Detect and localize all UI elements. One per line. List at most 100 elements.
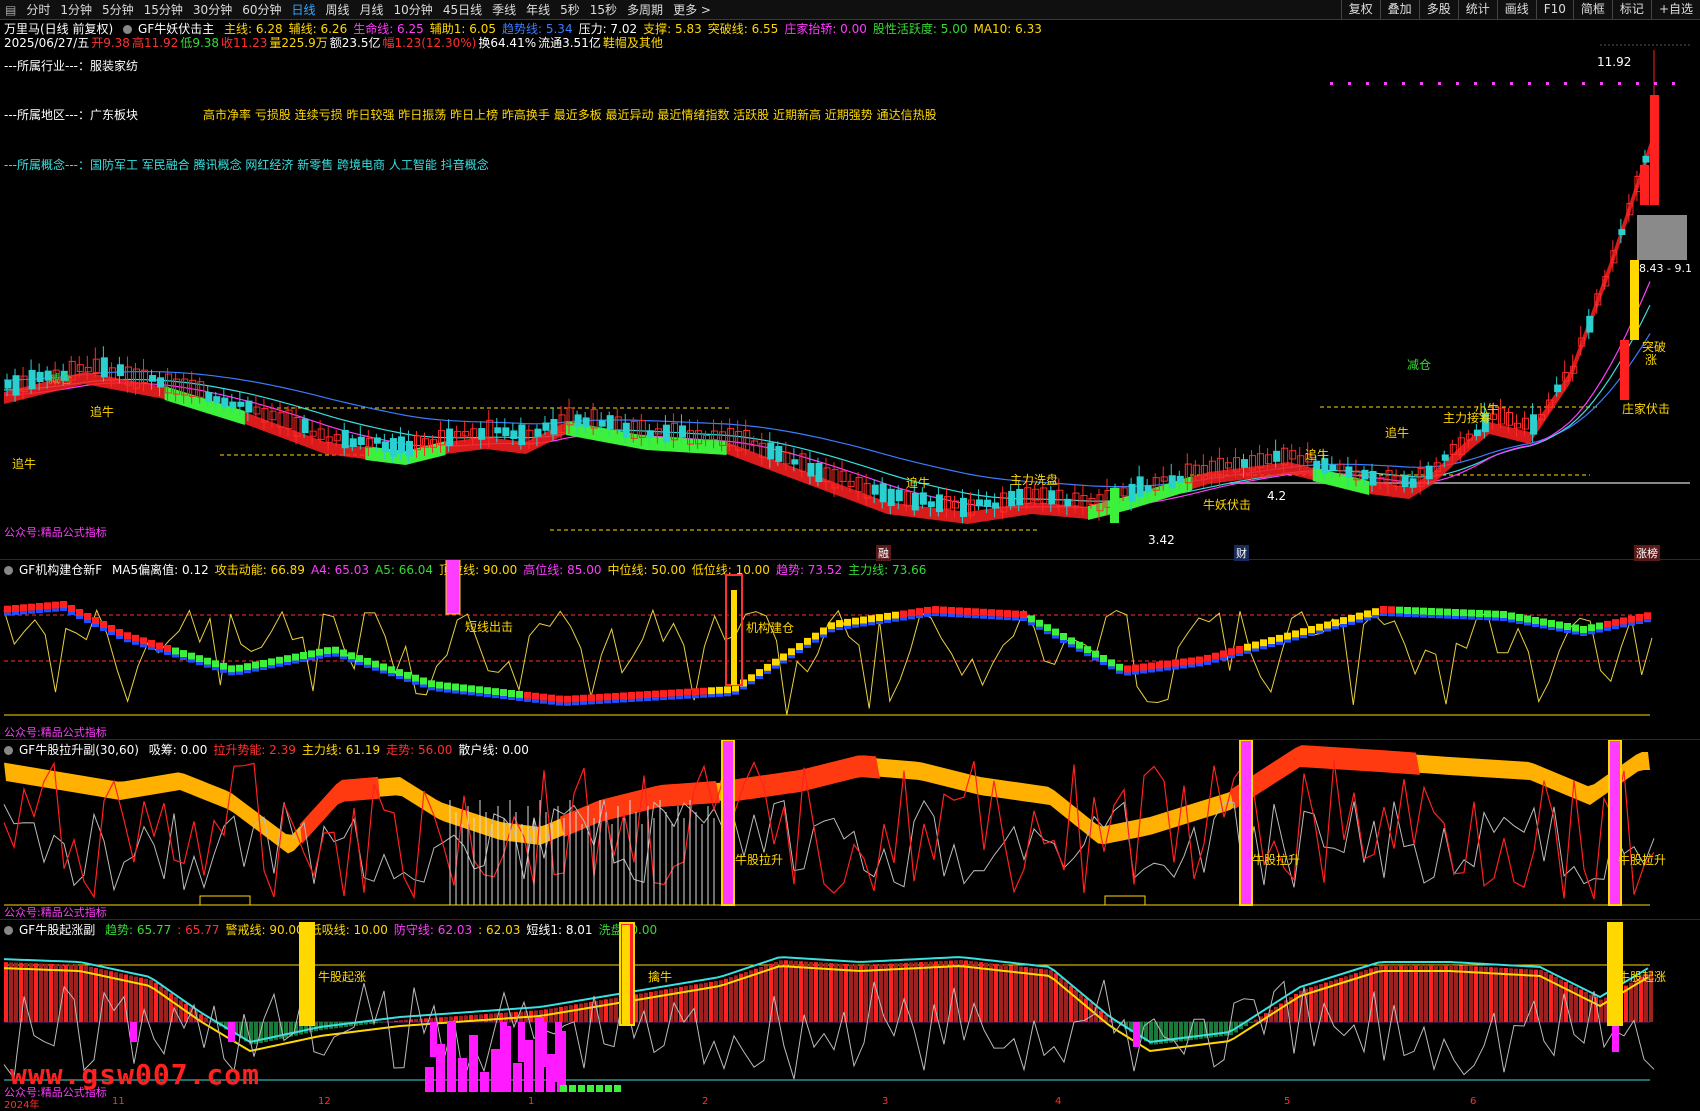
candle-body	[116, 364, 124, 377]
top-dot	[1438, 82, 1441, 85]
square-mark	[684, 688, 691, 696]
square-mark	[92, 617, 99, 624]
square-mark	[892, 611, 899, 619]
square-mark	[436, 681, 443, 689]
square-mark	[748, 674, 755, 682]
square-mark	[260, 667, 267, 670]
band-area-red	[300, 776, 380, 844]
square-mark	[196, 655, 203, 663]
candle-body	[389, 438, 397, 457]
histogram-bar	[824, 962, 828, 1022]
square-mark	[1636, 621, 1643, 624]
square-mark	[1252, 641, 1259, 649]
x-axis-tick: 12	[318, 1096, 331, 1107]
box-mark	[1104, 895, 1146, 906]
signal-label: 减仓	[48, 372, 73, 386]
square-mark	[724, 693, 731, 697]
square-mark	[188, 659, 195, 663]
histogram-bar	[204, 1017, 208, 1022]
histogram-bar	[1364, 970, 1368, 1022]
square-mark	[1124, 665, 1131, 673]
panel2-chart[interactable]	[0, 740, 1700, 920]
square-mark	[676, 689, 683, 697]
square-mark	[1244, 643, 1251, 651]
square-mark	[1612, 619, 1619, 627]
x-axis-tick: 6	[1470, 1096, 1477, 1107]
square-mark	[1028, 622, 1035, 626]
square-mark	[1116, 670, 1123, 674]
magenta-bar	[228, 1022, 235, 1042]
histogram-bar	[489, 1013, 493, 1022]
panel1-label: 短线出击	[465, 620, 514, 634]
candle-body	[791, 459, 799, 465]
top-dot	[1456, 82, 1459, 85]
square-mark	[1412, 607, 1419, 615]
square-mark	[404, 678, 411, 682]
candle-body	[357, 436, 365, 445]
histogram-bar	[4, 962, 8, 1022]
main-candlestick-chart[interactable]	[0, 0, 1700, 560]
square-mark	[1020, 618, 1027, 621]
histogram-bar	[1464, 965, 1468, 1022]
square-mark	[1292, 637, 1299, 641]
histogram-bar	[29, 963, 33, 1022]
panel1-chart[interactable]	[0, 560, 1700, 740]
histogram-bar	[1399, 965, 1403, 1022]
square-mark	[660, 697, 667, 701]
candle-body	[992, 502, 1000, 509]
histogram-bar	[614, 997, 618, 1022]
magenta-bar	[502, 1026, 511, 1092]
histogram-bar	[1379, 965, 1383, 1022]
square-mark	[380, 670, 387, 674]
square-mark	[1148, 662, 1155, 670]
histogram-bar	[749, 970, 753, 1022]
candle-body	[1497, 407, 1505, 425]
square-mark	[844, 625, 851, 629]
candle-body	[1586, 315, 1594, 333]
square-mark	[220, 662, 227, 670]
square-mark	[36, 610, 43, 613]
candle-body	[1241, 459, 1249, 468]
candle-body	[478, 428, 486, 440]
green-bar	[596, 1085, 603, 1092]
magenta-bar	[1133, 1022, 1140, 1047]
main-watermark: 公众号:精品公式指标	[4, 526, 107, 539]
square-mark	[28, 603, 35, 611]
histogram-bar	[379, 1022, 383, 1023]
square-mark	[1092, 657, 1099, 661]
square-mark	[1196, 663, 1203, 667]
candle-body	[28, 369, 36, 390]
candle-body	[1425, 465, 1433, 480]
square-mark	[332, 646, 339, 654]
square-mark	[220, 669, 227, 673]
square-mark	[1308, 626, 1315, 633]
square-mark	[372, 660, 379, 668]
square-mark	[1628, 615, 1635, 623]
square-mark	[1044, 624, 1051, 632]
histogram-bar	[1019, 966, 1023, 1022]
histogram-bar	[1519, 968, 1523, 1022]
candle-body	[381, 441, 389, 453]
candle-body	[662, 424, 670, 443]
candle-body	[1224, 462, 1232, 469]
magenta-bar	[491, 1049, 500, 1092]
square-mark	[900, 610, 907, 618]
square-mark	[1516, 614, 1523, 621]
candle-body	[542, 422, 550, 431]
square-mark	[908, 609, 915, 617]
square-mark	[484, 687, 491, 695]
square-mark	[44, 602, 51, 610]
square-mark	[636, 691, 643, 699]
square-mark	[1412, 614, 1419, 618]
candle-body	[574, 414, 582, 427]
candle-body	[1473, 429, 1481, 437]
candle-body	[1530, 414, 1538, 435]
square-mark	[244, 670, 251, 674]
candle-body	[959, 497, 968, 517]
histogram-bar	[1224, 1022, 1228, 1036]
histogram-bar	[54, 964, 58, 1022]
square-mark	[284, 662, 291, 666]
square-mark	[268, 665, 275, 669]
top-dot	[1564, 82, 1567, 85]
square-mark	[100, 621, 107, 628]
